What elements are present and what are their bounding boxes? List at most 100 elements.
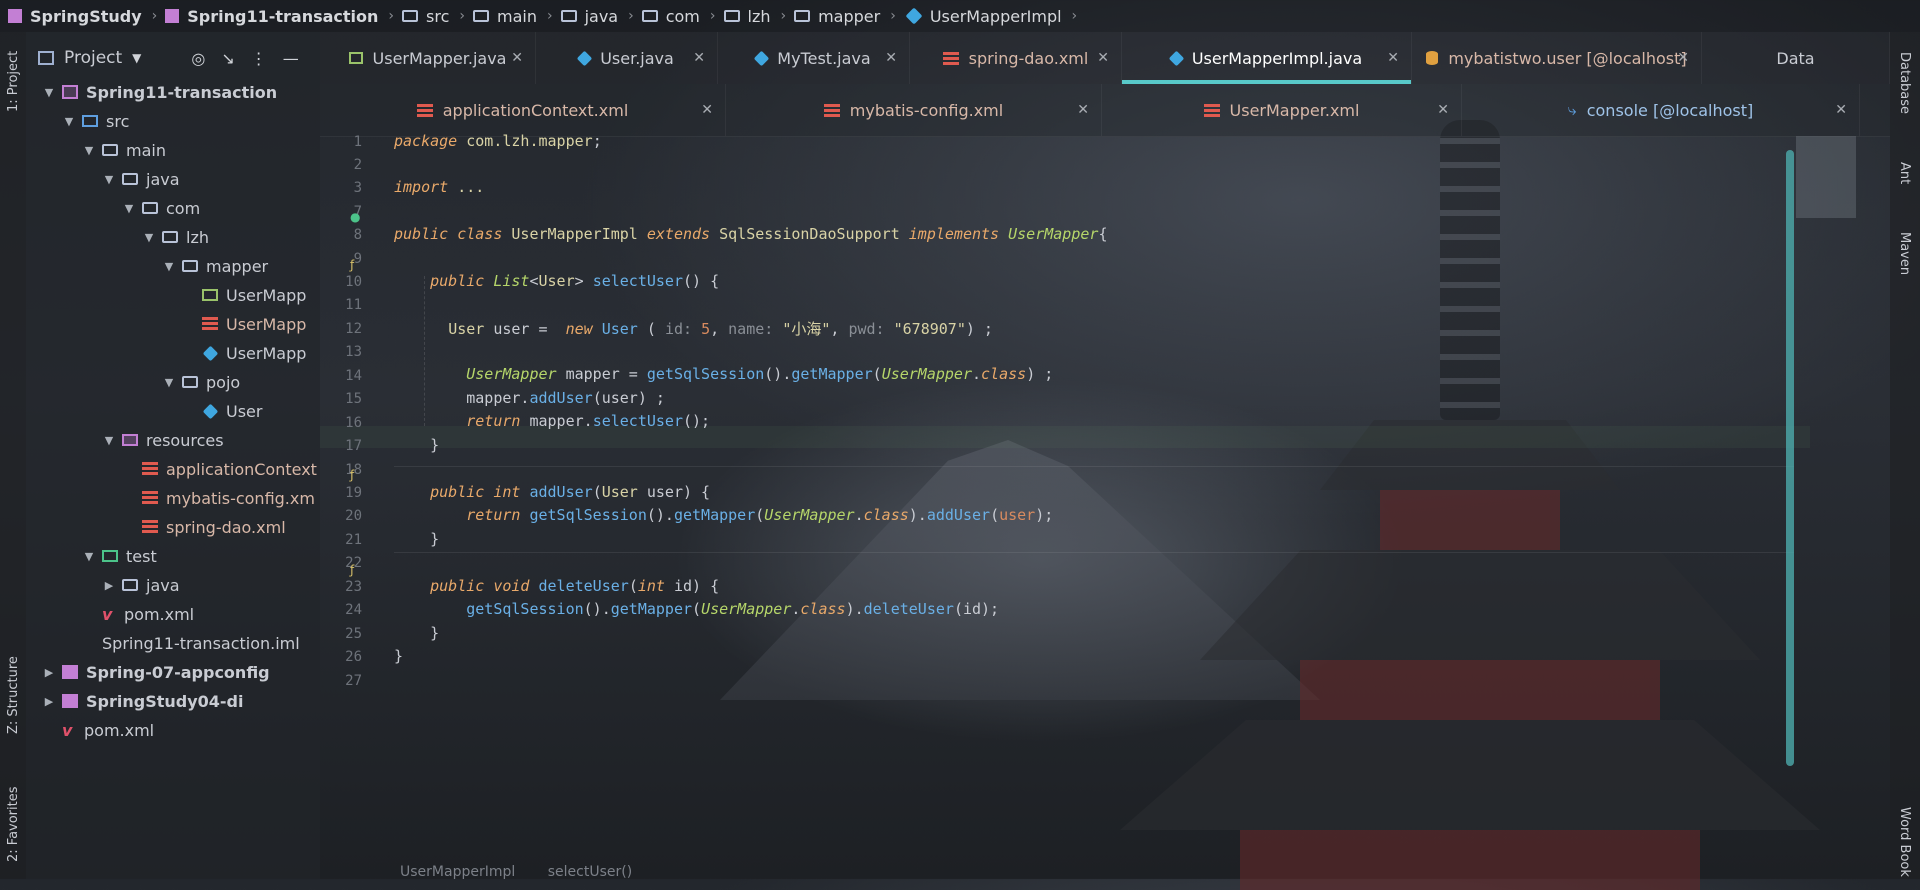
tree-item[interactable]: ▼ com xyxy=(122,194,200,222)
implements-icon[interactable]: ƒ xyxy=(350,258,354,272)
code-line-20: return getSqlSession().getMapper(UserMap… xyxy=(466,506,1054,524)
editor-tab[interactable]: ⤷ console [@localhost] ✕ xyxy=(1462,84,1860,136)
maven-tool-button[interactable]: Maven xyxy=(1897,232,1912,275)
breadcrumb-item[interactable]: UserMapperImpl xyxy=(904,7,1062,26)
chevron-right-icon: › xyxy=(546,8,553,24)
bean-icon[interactable]: ● xyxy=(350,210,360,224)
tree-item[interactable]: ▼ test xyxy=(82,542,157,570)
tree-item[interactable]: spring-dao.xml xyxy=(122,513,286,541)
breadcrumb-item[interactable]: SpringStudy xyxy=(8,7,142,26)
close-icon[interactable]: ✕ xyxy=(511,50,523,66)
close-icon[interactable]: ✕ xyxy=(693,50,705,66)
breadcrumb-item[interactable]: mapper xyxy=(794,7,880,26)
line-number: 16 xyxy=(345,415,362,431)
status-crumb-method[interactable]: selectUser() xyxy=(548,864,632,880)
tree-item[interactable]: ▶ SpringStudy04-di xyxy=(42,687,244,715)
breadcrumb-item-label: com xyxy=(665,6,700,26)
tree-item[interactable]: v pom.xml xyxy=(42,716,154,744)
tree-item[interactable]: ▼ java xyxy=(102,165,180,193)
breadcrumb-item[interactable]: Spring11-transaction xyxy=(165,7,378,26)
chevron-down-icon[interactable]: ▼ xyxy=(62,115,76,128)
chevron-down-icon[interactable]: ▼ xyxy=(82,144,96,157)
xml-icon xyxy=(142,462,158,476)
editor-scrollbar[interactable] xyxy=(1786,150,1794,766)
project-icon xyxy=(38,51,54,65)
tree-item[interactable]: UserMapp xyxy=(182,281,306,309)
tree-item-label: Spring11-transaction xyxy=(86,82,278,102)
tree-item[interactable]: mybatis-config.xm xyxy=(122,484,315,512)
close-icon[interactable]: ✕ xyxy=(1387,50,1399,66)
chevron-down-icon[interactable]: ▼ xyxy=(162,376,176,389)
tree-item[interactable]: ▼ lzh xyxy=(142,223,209,251)
editor-tab[interactable]: spring-dao.xml ✕ xyxy=(910,32,1122,84)
collapse-icon[interactable]: ↘ xyxy=(221,49,234,68)
tree-item-label: src xyxy=(106,111,130,131)
project-tool-button[interactable]: 1: Project xyxy=(6,51,21,112)
tree-item[interactable]: ▶ Spring-07-appconfig xyxy=(42,658,270,686)
chevron-down-icon[interactable]: ▼ xyxy=(42,86,56,99)
tree-item[interactable]: UserMapp xyxy=(182,339,306,367)
chevron-right-icon[interactable]: ▶ xyxy=(42,695,56,708)
breadcrumb-item[interactable]: java xyxy=(560,7,618,26)
tree-item[interactable]: Spring11-transaction.iml xyxy=(82,629,300,657)
implements-icon[interactable]: ƒ xyxy=(350,563,354,577)
project-panel-title[interactable]: Project xyxy=(64,48,122,68)
tree-item[interactable]: v pom.xml xyxy=(82,600,194,628)
tree-item[interactable]: UserMapp xyxy=(182,310,306,338)
chevron-right-icon[interactable]: ▶ xyxy=(102,579,116,592)
editor-tab-label: MyTest.java xyxy=(777,48,871,68)
close-icon[interactable]: ✕ xyxy=(1077,102,1089,118)
breadcrumb-item[interactable]: src xyxy=(402,7,449,26)
close-icon[interactable]: ✕ xyxy=(1437,102,1449,118)
close-icon[interactable]: ✕ xyxy=(1677,50,1689,66)
breadcrumb-item[interactable]: lzh xyxy=(723,7,770,26)
tree-item[interactable]: ▼ mapper xyxy=(162,252,268,280)
more-options-icon[interactable]: ⋮ xyxy=(251,49,267,68)
close-icon[interactable]: ✕ xyxy=(885,50,897,66)
close-icon[interactable]: ✕ xyxy=(701,102,713,118)
status-crumb-class[interactable]: UserMapperImpl xyxy=(400,864,515,880)
editor-tab[interactable]: mybatistwo.user [@localhost] ✕ xyxy=(1412,32,1702,84)
chevron-down-icon[interactable]: ▼ xyxy=(162,260,176,273)
chevron-down-icon[interactable]: ▼ xyxy=(132,51,141,65)
chevron-down-icon[interactable]: ▼ xyxy=(122,202,136,215)
target-icon[interactable]: ◎ xyxy=(191,49,205,68)
tree-item[interactable]: ▼ src xyxy=(62,107,130,135)
editor-tab[interactable]: User.java ✕ xyxy=(536,32,718,84)
editor-tab[interactable]: UserMapper.xml ✕ xyxy=(1102,84,1462,136)
minimize-icon[interactable]: — xyxy=(283,49,299,68)
editor-tab[interactable]: applicationContext.xml ✕ xyxy=(320,84,726,136)
tree-item[interactable]: ▶ java xyxy=(102,571,180,599)
breadcrumb-item[interactable]: com xyxy=(641,6,700,26)
word-book-tool-button[interactable]: Word Book xyxy=(1897,807,1912,877)
editor-tab[interactable]: Data xyxy=(1702,32,1890,84)
tree-item[interactable]: User xyxy=(182,397,262,425)
editor-tab[interactable]: MyTest.java ✕ xyxy=(718,32,910,84)
tree-item[interactable]: applicationContext xyxy=(122,455,317,483)
chevron-down-icon[interactable]: ▼ xyxy=(102,173,116,186)
database-tool-button[interactable]: Database xyxy=(1897,52,1912,114)
chevron-down-icon[interactable]: ▼ xyxy=(142,231,156,244)
tree-item[interactable]: ▼ resources xyxy=(102,426,224,454)
code-line-16: return mapper.selectUser(); xyxy=(466,412,711,430)
tree-item[interactable]: ▼ Spring11-transaction xyxy=(42,78,277,106)
tree-item[interactable]: ▼ pojo xyxy=(162,368,240,396)
breadcrumb-item-label: mapper xyxy=(818,6,881,26)
breadcrumb-item[interactable]: main xyxy=(472,7,537,26)
editor-tab[interactable]: UserMapper.java ✕ xyxy=(320,32,536,84)
chevron-right-icon[interactable]: ▶ xyxy=(42,666,56,679)
chevron-down-icon[interactable]: ▼ xyxy=(82,550,96,563)
editor-tab[interactable]: UserMapperImpl.java ✕ xyxy=(1122,32,1412,84)
close-icon[interactable]: ✕ xyxy=(1835,102,1847,118)
favorites-tool-button[interactable]: 2: Favorites xyxy=(6,786,21,862)
ant-tool-button[interactable]: Ant xyxy=(1897,162,1912,184)
mod-solid-icon xyxy=(62,665,78,679)
structure-tool-button[interactable]: Z: Structure xyxy=(6,656,21,734)
tree-item[interactable]: ▼ main xyxy=(82,136,166,164)
minimap[interactable] xyxy=(1796,136,1856,218)
chevron-down-icon[interactable]: ▼ xyxy=(102,434,116,447)
editor-tab[interactable]: mybatis-config.xml ✕ xyxy=(726,84,1102,136)
close-icon[interactable]: ✕ xyxy=(1097,50,1109,66)
implements-icon[interactable]: ƒ xyxy=(350,468,354,482)
code-editor[interactable]: 1 2 3 7 8 9 10 11 12 13 14 15 16 17 18 19 20 21 22 23 24 25 26… xyxy=(320,132,1890,879)
